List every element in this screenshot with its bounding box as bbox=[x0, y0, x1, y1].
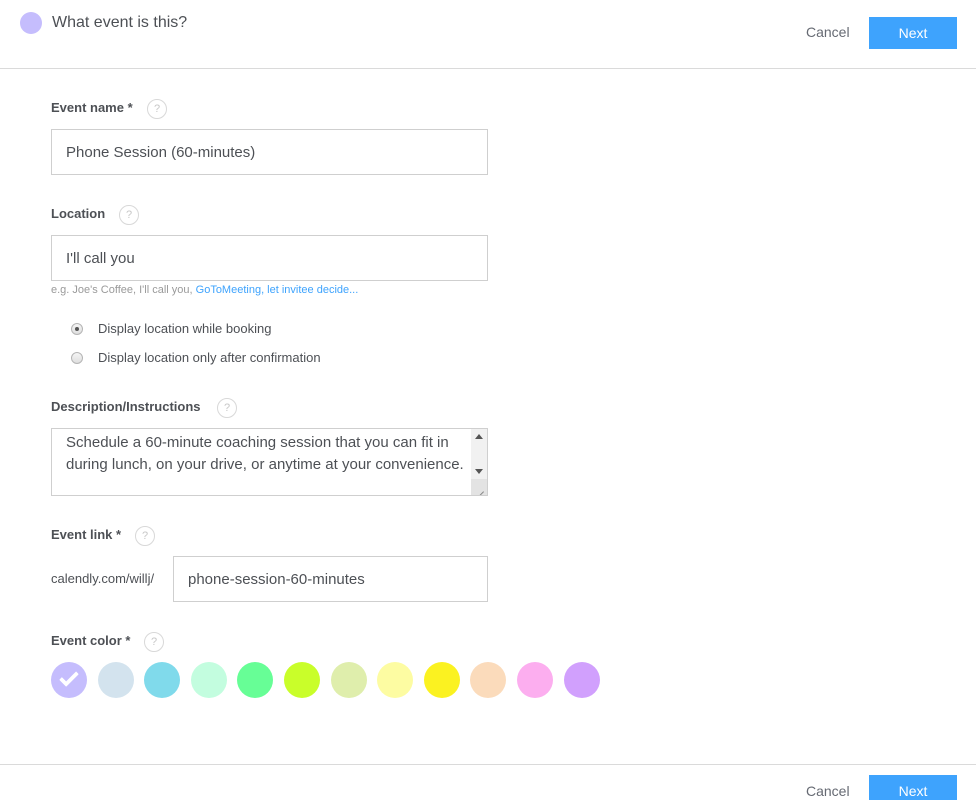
event-name-input[interactable]: Phone Session (60-minutes) bbox=[51, 129, 488, 175]
textarea-scrollbar[interactable] bbox=[471, 429, 487, 495]
description-text: Schedule a 60-minute coaching session th… bbox=[66, 434, 464, 473]
next-button[interactable]: Next bbox=[869, 17, 957, 49]
help-icon[interactable]: ? bbox=[144, 632, 164, 652]
hint-text: e.g. Joe's Coffee, I'll call you, bbox=[51, 284, 196, 296]
color-swatch[interactable] bbox=[470, 662, 507, 698]
location-hint: e.g. Joe's Coffee, I'll call you, GoToMe… bbox=[51, 284, 358, 296]
color-swatch[interactable] bbox=[51, 662, 87, 698]
next-button[interactable]: Next bbox=[869, 775, 957, 800]
color-swatch[interactable] bbox=[144, 662, 181, 698]
event-name-label: Event name * bbox=[51, 100, 133, 115]
event-color-label: Event color * bbox=[51, 633, 131, 648]
color-swatch[interactable] bbox=[190, 662, 227, 698]
color-swatch[interactable] bbox=[283, 662, 320, 698]
color-swatch[interactable] bbox=[563, 662, 600, 698]
event-link-prefix: calendly.com/willj/ bbox=[51, 571, 155, 586]
help-icon[interactable]: ? bbox=[135, 526, 155, 546]
cancel-button[interactable]: Cancel bbox=[806, 783, 850, 799]
resize-grip-icon[interactable] bbox=[471, 479, 487, 495]
footer: Cancel Next bbox=[0, 764, 976, 800]
radio-label: Display location while booking bbox=[98, 321, 272, 336]
color-swatch[interactable] bbox=[423, 662, 460, 698]
color-swatch[interactable] bbox=[516, 662, 553, 698]
header: What event is this? Cancel Next bbox=[0, 0, 976, 69]
event-link-input[interactable]: phone-session-60-minutes bbox=[173, 556, 488, 602]
description-label: Description/Instructions bbox=[51, 399, 201, 414]
radio-display-while-booking[interactable]: Display location while booking bbox=[71, 321, 271, 336]
color-swatch[interactable] bbox=[330, 662, 367, 698]
help-icon[interactable]: ? bbox=[147, 99, 167, 119]
radio-unchecked-icon[interactable] bbox=[71, 351, 83, 364]
color-picker bbox=[51, 662, 610, 698]
event-color-dot-icon bbox=[20, 12, 42, 34]
radio-label: Display location only after confirmation bbox=[98, 350, 321, 365]
color-swatch[interactable] bbox=[377, 662, 414, 698]
scroll-down-arrow-icon[interactable] bbox=[475, 469, 483, 474]
location-input[interactable]: I'll call you bbox=[51, 235, 488, 281]
location-label: Location bbox=[51, 206, 106, 221]
page-title: What event is this? bbox=[52, 14, 188, 31]
help-icon[interactable]: ? bbox=[217, 398, 237, 418]
radio-display-after-confirmation[interactable]: Display location only after confirmation bbox=[71, 350, 321, 365]
cancel-button[interactable]: Cancel bbox=[806, 24, 850, 40]
checkmark-icon bbox=[59, 667, 79, 687]
radio-checked-icon[interactable] bbox=[71, 322, 83, 335]
event-link-label: Event link * bbox=[51, 527, 122, 542]
help-icon[interactable]: ? bbox=[119, 205, 139, 225]
color-swatch[interactable] bbox=[97, 662, 134, 698]
description-textarea[interactable]: Schedule a 60-minute coaching session th… bbox=[51, 428, 488, 496]
scroll-up-arrow-icon[interactable] bbox=[475, 434, 483, 439]
hint-link[interactable]: GoToMeeting, let invitee decide... bbox=[196, 284, 359, 296]
color-swatch[interactable] bbox=[237, 662, 274, 698]
